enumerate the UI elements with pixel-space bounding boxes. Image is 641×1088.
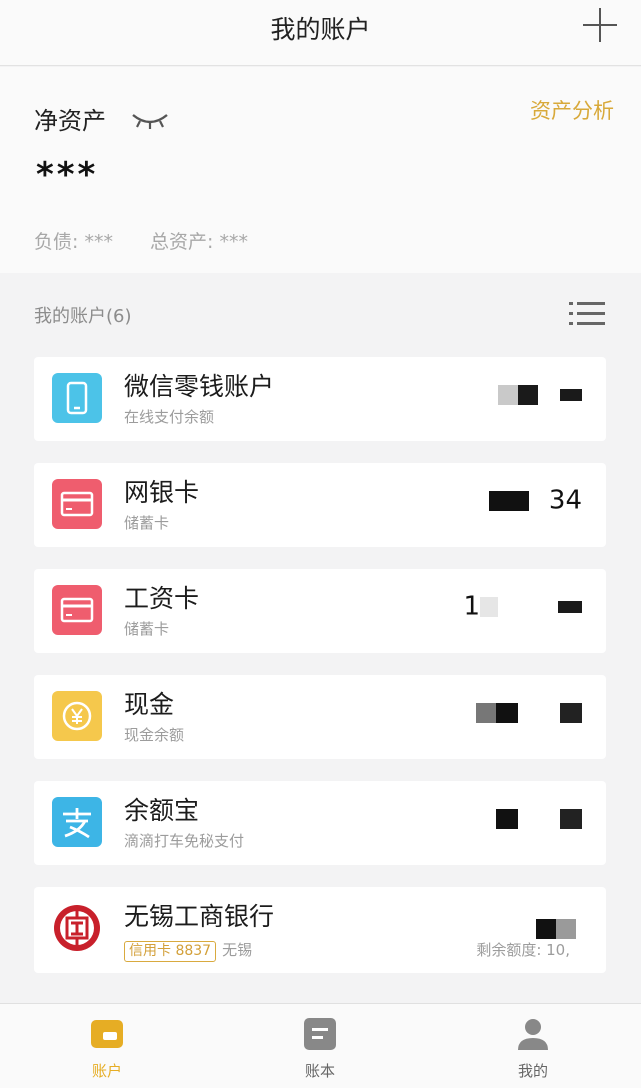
account-name: 无锡工商银行 xyxy=(124,902,275,931)
account-card-yuebao[interactable]: 余额宝 滴滴打车免秘支付 xyxy=(34,781,606,865)
bottom-tab-bar: 账户 账本 我的 xyxy=(0,1003,641,1088)
account-card-wechat[interactable]: 微信零钱账户 在线支付余额 xyxy=(34,357,606,441)
tab-ledger[interactable]: 账本 xyxy=(260,1004,380,1088)
credit-card-tag: 信用卡 8837 xyxy=(124,941,217,962)
remaining-credit: 剩余额度: 10, xyxy=(476,941,570,959)
net-assets-value: *** xyxy=(36,155,99,195)
account-balance-redacted xyxy=(476,697,582,727)
phone-icon xyxy=(52,373,102,423)
asset-analysis-link[interactable]: 资产分析 xyxy=(530,95,614,125)
tab-accounts[interactable]: 账户 xyxy=(47,1004,167,1088)
account-name: 现金 xyxy=(124,690,175,719)
tab-label: 账本 xyxy=(304,1062,335,1080)
account-desc: 信用卡 8837 无锡 xyxy=(124,939,252,962)
page-title: 我的账户 xyxy=(270,15,371,44)
account-location: 无锡 xyxy=(222,941,253,959)
ledger-book-icon xyxy=(304,1018,336,1050)
net-assets-label: 净资产 xyxy=(34,107,106,135)
user-profile-icon xyxy=(518,1019,548,1050)
account-desc: 现金余额 xyxy=(124,726,185,744)
wallet-icon xyxy=(91,1020,123,1048)
closed-eye-icon[interactable] xyxy=(130,109,170,131)
account-balance-redacted xyxy=(498,379,582,409)
account-card-online-bank[interactable]: 网银卡 储蓄卡 34 xyxy=(34,463,606,547)
tab-label: 账户 xyxy=(91,1062,122,1080)
account-card-cash[interactable]: 现金 现金余额 xyxy=(34,675,606,759)
account-card-icbc-credit[interactable]: 无锡工商银行 信用卡 8837 无锡 剩余额度: 10, xyxy=(34,887,606,973)
my-accounts-screen: 我的账户 净资产 资产分析 *** 负债: *** 总资产: *** 我的账户(… xyxy=(0,0,641,1088)
tab-label: 我的 xyxy=(517,1062,548,1080)
list-menu-icon[interactable] xyxy=(567,298,607,330)
total-assets-text: 总资产: *** xyxy=(150,231,248,253)
yuan-coin-icon xyxy=(52,691,102,741)
account-name: 网银卡 xyxy=(124,478,200,507)
account-balance-redacted: 1 xyxy=(463,591,582,622)
add-account-plus-icon[interactable] xyxy=(581,6,619,44)
top-nav-bar: 我的账户 xyxy=(0,0,641,66)
icbc-logo-icon xyxy=(52,903,102,953)
account-desc: 滴滴打车免秘支付 xyxy=(124,832,245,850)
account-desc: 储蓄卡 xyxy=(124,514,170,532)
card-icon xyxy=(52,585,102,635)
liabilities-text: 负债: *** xyxy=(34,231,113,253)
card-icon xyxy=(52,479,102,529)
account-desc: 在线支付余额 xyxy=(124,408,215,426)
account-balance-redacted: 34 xyxy=(488,485,582,516)
tab-me[interactable]: 我的 xyxy=(473,1004,593,1088)
account-balance-visible: 1 xyxy=(463,591,480,622)
accounts-section-title: 我的账户(6) xyxy=(34,306,132,327)
account-name: 微信零钱账户 xyxy=(124,372,275,401)
account-name: 工资卡 xyxy=(124,584,200,613)
account-name: 余额宝 xyxy=(124,796,200,825)
account-desc: 储蓄卡 xyxy=(124,620,170,638)
net-assets-summary: 净资产 资产分析 *** 负债: *** 总资产: *** xyxy=(0,67,641,273)
account-card-salary[interactable]: 工资卡 储蓄卡 1 xyxy=(34,569,606,653)
account-balance-redacted xyxy=(496,803,582,833)
account-balance-visible: 34 xyxy=(548,485,582,516)
alipay-icon xyxy=(52,797,102,847)
